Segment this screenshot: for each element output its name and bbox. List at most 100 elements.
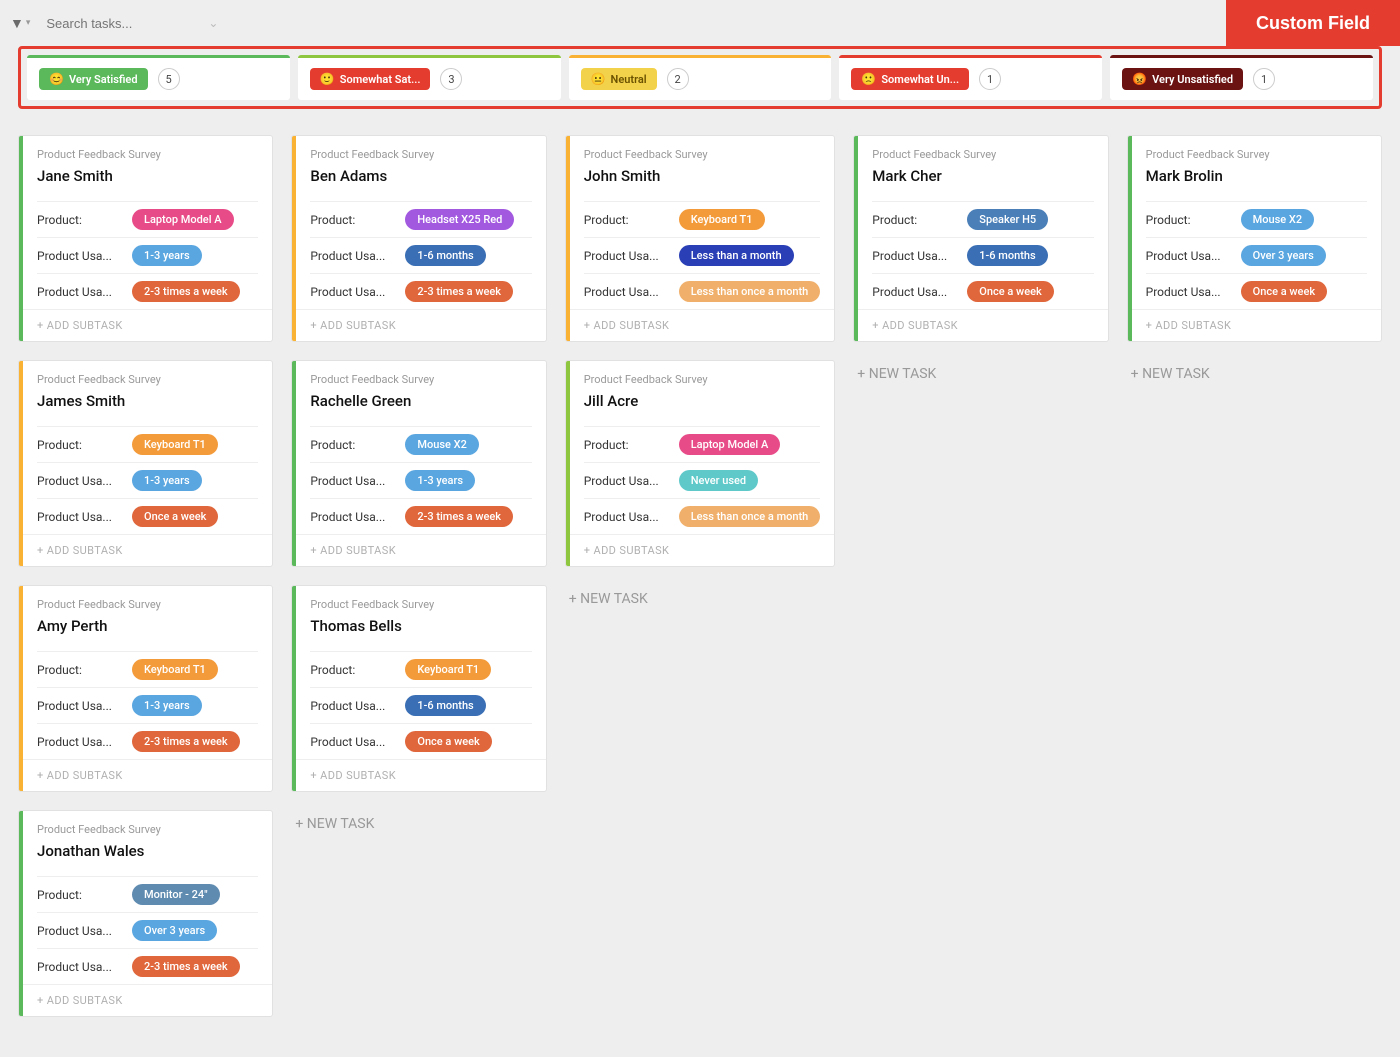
field-value-pill[interactable]: Never used: [679, 470, 758, 491]
field-value-pill[interactable]: 1-6 months: [405, 695, 485, 716]
topbar: ▼ ▾ ⌄ Custom Field: [0, 0, 1400, 46]
add-subtask-button[interactable]: + ADD SUBTASK: [19, 534, 272, 566]
field-value-pill[interactable]: 1-6 months: [405, 245, 485, 266]
field-value-pill[interactable]: Over 3 years: [132, 920, 217, 941]
field-value-pill[interactable]: Headset X25 Red: [405, 209, 514, 230]
field-value-pill[interactable]: Laptop Model A: [132, 209, 234, 230]
task-card[interactable]: Product Feedback SurveyMark CherProduct:…: [853, 135, 1108, 342]
new-task-button[interactable]: + NEW TASK: [853, 360, 1108, 388]
task-card[interactable]: Product Feedback SurveyMark BrolinProduc…: [1127, 135, 1382, 342]
add-subtask-button[interactable]: + ADD SUBTASK: [566, 534, 835, 566]
custom-field-button[interactable]: Custom Field: [1226, 0, 1400, 46]
product-row: Product:Mouse X2: [1146, 201, 1367, 237]
column-header[interactable]: 😊Very Satisfied5: [27, 55, 290, 100]
field-value-pill[interactable]: Monitor - 24": [132, 884, 220, 905]
board-column: Product Feedback SurveyJohn SmithProduct…: [565, 135, 836, 1017]
field-value-pill[interactable]: 1-3 years: [132, 245, 202, 266]
add-subtask-button[interactable]: + ADD SUBTASK: [19, 309, 272, 341]
filter-icon[interactable]: ▼: [10, 15, 24, 32]
column-header[interactable]: 🙁Somewhat Un...1: [839, 55, 1102, 100]
column-header[interactable]: 🙂Somewhat Sat...3: [298, 55, 561, 100]
product-row: Product:Mouse X2: [310, 426, 531, 462]
field-label: Product Usa...: [310, 285, 395, 299]
field-label: Product Usa...: [37, 510, 122, 524]
usage-duration-row: Product Usa... 1-3 years: [37, 462, 258, 498]
card-title: Ben Adams: [310, 167, 531, 185]
field-value-pill[interactable]: 2-3 times a week: [132, 281, 240, 302]
field-value-pill[interactable]: Once a week: [405, 731, 491, 752]
task-card[interactable]: Product Feedback SurveyRachelle GreenPro…: [291, 360, 546, 567]
search-input[interactable]: [38, 10, 218, 37]
board-body: Product Feedback SurveyJane SmithProduct…: [18, 135, 1382, 1017]
task-card[interactable]: Product Feedback SurveyJohn SmithProduct…: [565, 135, 836, 342]
board: 😊Very Satisfied5🙂Somewhat Sat...3😐Neutra…: [0, 46, 1400, 1057]
field-value-pill[interactable]: 2-3 times a week: [132, 956, 240, 977]
field-value-pill[interactable]: Over 3 years: [1241, 245, 1326, 266]
task-card[interactable]: Product Feedback SurveyAmy PerthProduct:…: [18, 585, 273, 792]
usage-duration-row: Product Usa...1-3 years: [37, 237, 258, 273]
field-value-pill[interactable]: 1-3 years: [405, 470, 475, 491]
field-value-pill[interactable]: 2-3 times a week: [132, 731, 240, 752]
usage-frequency-row: Product Usa...Once a week: [872, 273, 1093, 309]
field-label: Product Usa...: [37, 735, 122, 749]
add-subtask-button[interactable]: + ADD SUBTASK: [1128, 309, 1381, 341]
task-card[interactable]: Product Feedback SurveyJill AcreProduct:…: [565, 360, 836, 567]
status-label: Somewhat Sat...: [340, 73, 421, 86]
task-card[interactable]: Product Feedback SurveyJane SmithProduct…: [18, 135, 273, 342]
field-label: Product Usa...: [310, 249, 395, 263]
field-value-pill[interactable]: Less than a month: [679, 245, 794, 266]
add-subtask-button[interactable]: + ADD SUBTASK: [292, 759, 545, 791]
field-value-pill[interactable]: 1-3 years: [132, 695, 202, 716]
usage-frequency-row: Product Usa... 2-3 times a week: [310, 273, 531, 309]
usage-duration-row: Product Usa...Over 3 years: [37, 912, 258, 948]
field-value-pill[interactable]: Less than once a month: [679, 506, 821, 527]
search-caret-icon[interactable]: ⌄: [208, 16, 218, 30]
status-pill: 🙁Somewhat Un...: [851, 68, 969, 90]
field-value-pill[interactable]: Keyboard T1: [132, 434, 218, 455]
add-subtask-button[interactable]: + ADD SUBTASK: [566, 309, 835, 341]
field-value-pill[interactable]: Keyboard T1: [405, 659, 491, 680]
field-value-pill[interactable]: 1-6 months: [967, 245, 1047, 266]
field-value-pill[interactable]: 2-3 times a week: [405, 506, 513, 527]
field-value-pill[interactable]: Keyboard T1: [679, 209, 765, 230]
filter-dropdown-caret[interactable]: ▾: [26, 18, 31, 28]
field-label: Product Usa...: [1146, 285, 1231, 299]
field-label: Product:: [37, 888, 122, 902]
field-label: Product Usa...: [37, 474, 122, 488]
new-task-button[interactable]: + NEW TASK: [1127, 360, 1382, 388]
field-value-pill[interactable]: Once a week: [1241, 281, 1327, 302]
card-stripe: [854, 136, 858, 341]
add-subtask-button[interactable]: + ADD SUBTASK: [19, 759, 272, 791]
card-title: John Smith: [584, 167, 821, 185]
field-value-pill[interactable]: Speaker H5: [967, 209, 1048, 230]
field-value-pill[interactable]: Laptop Model A: [679, 434, 781, 455]
field-value-pill[interactable]: Less than once a month: [679, 281, 821, 302]
status-emoji-icon: 😐: [591, 72, 606, 86]
add-subtask-button[interactable]: + ADD SUBTASK: [854, 309, 1107, 341]
field-value-pill[interactable]: Once a week: [967, 281, 1053, 302]
usage-duration-row: Product Usa...Less than a month: [584, 237, 821, 273]
card-stripe: [19, 811, 23, 1016]
add-subtask-button[interactable]: + ADD SUBTASK: [292, 309, 545, 341]
new-task-button[interactable]: + NEW TASK: [291, 810, 546, 838]
field-value-pill[interactable]: Keyboard T1: [132, 659, 218, 680]
status-count: 2: [667, 68, 689, 90]
column-header[interactable]: 😡Very Unsatisfied1: [1110, 55, 1373, 100]
field-value-pill[interactable]: 1-3 years: [132, 470, 202, 491]
column-header[interactable]: 😐Neutral2: [569, 55, 832, 100]
field-value-pill[interactable]: Mouse X2: [405, 434, 478, 455]
task-card[interactable]: Product Feedback SurveyBen AdamsProduct:…: [291, 135, 546, 342]
field-label: Product:: [310, 663, 395, 677]
field-value-pill[interactable]: Once a week: [132, 506, 218, 527]
add-subtask-button[interactable]: + ADD SUBTASK: [292, 534, 545, 566]
card-title: Jill Acre: [584, 392, 821, 410]
field-value-pill[interactable]: 2-3 times a week: [405, 281, 513, 302]
add-subtask-button[interactable]: + ADD SUBTASK: [19, 984, 272, 1016]
field-value-pill[interactable]: Mouse X2: [1241, 209, 1314, 230]
task-card[interactable]: Product Feedback SurveyThomas BellsProdu…: [291, 585, 546, 792]
task-card[interactable]: Product Feedback SurveyJonathan WalesPro…: [18, 810, 273, 1017]
task-card[interactable]: Product Feedback SurveyJames SmithProduc…: [18, 360, 273, 567]
usage-frequency-row: Product Usa...Less than once a month: [584, 498, 821, 534]
field-label: Product:: [37, 663, 122, 677]
new-task-button[interactable]: + NEW TASK: [565, 585, 836, 613]
